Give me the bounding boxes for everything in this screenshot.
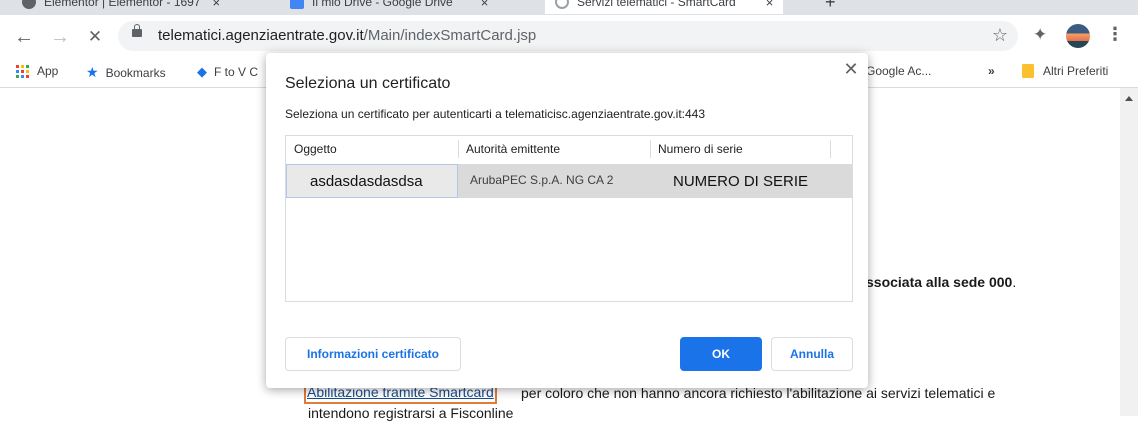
bookmark-f-to-v[interactable]: ◆ F to V C	[197, 64, 258, 80]
arrow-left-icon: ←	[14, 25, 34, 48]
dialog-subtitle: Seleziona un certificato per autenticart…	[285, 107, 706, 121]
column-divider	[830, 140, 831, 158]
certificate-info-button[interactable]: Informazioni certificato	[285, 337, 461, 371]
bookmark-label: Bookmarks	[105, 65, 166, 80]
tab-close-icon[interactable]: ×	[481, 0, 489, 10]
close-icon: ✕	[87, 27, 103, 46]
star-icon: ★	[86, 64, 99, 80]
certificate-table: Oggetto Autorità emittente Numero di ser…	[285, 135, 853, 302]
ok-button[interactable]: OK	[680, 337, 762, 371]
lock-icon[interactable]	[132, 24, 142, 37]
apps-grid-icon	[16, 64, 29, 78]
scroll-up-arrow-icon[interactable]	[1125, 96, 1133, 101]
cancel-button[interactable]: Annulla	[771, 337, 853, 371]
new-tab-button[interactable]: +	[825, 0, 836, 13]
tab-close-icon[interactable]: ×	[766, 0, 774, 10]
page-text-fragment: ssociata alla sede 000.	[866, 274, 1016, 290]
vertical-scrollbar[interactable]	[1120, 88, 1138, 416]
tab-title: Elementor | Elementor - 1697	[44, 0, 201, 9]
tab-title: Servizi telematici - SmartCard	[577, 0, 736, 9]
url-path: /Main/indexSmartCard.jsp	[363, 27, 537, 44]
bookmark-label: App	[37, 64, 59, 78]
bookmark-label: Altri Preferiti	[1043, 64, 1109, 78]
back-button[interactable]: ←	[10, 23, 38, 51]
extensions-puzzle-icon[interactable]: ✦	[1033, 25, 1047, 45]
certificate-subject[interactable]: asdasdasdasdsa	[310, 173, 423, 190]
url-text[interactable]: telematici.agenziaentrate.gov.it/Main/in…	[158, 27, 536, 44]
page-text-line2: intendono registrarsi a Fisconline	[308, 405, 514, 421]
bookmark-altri-preferiti[interactable]: Altri Preferiti	[1022, 64, 1108, 78]
arrow-right-icon: →	[50, 25, 70, 48]
menu-dots-icon[interactable]: ⋮	[1106, 24, 1124, 45]
column-header-numero-serie[interactable]: Numero di serie	[650, 136, 830, 162]
sede-period: .	[1012, 274, 1017, 290]
browser-toolbar: ← → ✕ telematici.agenziaentrate.gov.it/M…	[0, 15, 1138, 58]
address-bar[interactable]: telematici.agenziaentrate.gov.it/Main/in…	[118, 21, 1018, 51]
elementor-favicon-icon	[22, 0, 36, 9]
dialog-title: Seleziona un certificato	[285, 75, 451, 92]
table-row[interactable]: asdasdasdasdsa ArubaPEC S.p.A. NG CA 2 N…	[286, 164, 852, 198]
chevron-double-right-icon: »	[988, 64, 995, 78]
bookmark-label: F to V C	[214, 65, 259, 79]
close-icon: ✕	[843, 59, 859, 79]
bookmark-google-ac[interactable]: Google Ac...	[866, 64, 931, 78]
dialog-close-button[interactable]: ✕	[842, 59, 860, 80]
column-header-oggetto[interactable]: Oggetto	[286, 136, 458, 162]
diamond-icon: ◆	[197, 64, 207, 79]
certificate-serial[interactable]: NUMERO DI SERIE	[673, 173, 808, 190]
url-host: telematici.agenziaentrate.gov.it	[158, 27, 364, 44]
tab-strip: Elementor | Elementor - 1697 × Il mio Dr…	[0, 0, 1138, 15]
tab-title: Il mio Drive - Google Drive	[312, 0, 453, 9]
bookmarks-overflow-button[interactable]: »	[988, 64, 995, 78]
certificate-dialog: Seleziona un certificato ✕ Seleziona un …	[266, 53, 868, 388]
bookmark-star-icon[interactable]: ☆	[992, 25, 1008, 46]
column-header-autorita[interactable]: Autorità emittente	[458, 136, 650, 162]
drive-favicon-icon	[290, 0, 304, 9]
forward-button[interactable]: →	[46, 23, 74, 51]
tab-elementor[interactable]: Elementor | Elementor - 1697 ×	[22, 0, 220, 14]
bookmark-apps[interactable]: App	[16, 64, 58, 78]
certificate-issuer[interactable]: ArubaPEC S.p.A. NG CA 2	[470, 173, 613, 187]
stop-loading-button[interactable]: ✕	[81, 23, 109, 51]
bookmark-bookmarks[interactable]: ★ Bookmarks	[86, 64, 166, 81]
tab-close-icon[interactable]: ×	[213, 0, 221, 10]
profile-avatar[interactable]	[1066, 24, 1090, 48]
bookmark-label: Google Ac...	[866, 64, 932, 78]
tab-google-drive[interactable]: Il mio Drive - Google Drive ×	[290, 0, 488, 14]
sede-text: ssociata alla sede 000	[866, 274, 1013, 290]
folder-icon	[1022, 64, 1034, 78]
tab-servizi-telematici[interactable]: Servizi telematici - SmartCard ×	[545, 0, 784, 14]
loading-spinner-icon	[555, 0, 569, 9]
